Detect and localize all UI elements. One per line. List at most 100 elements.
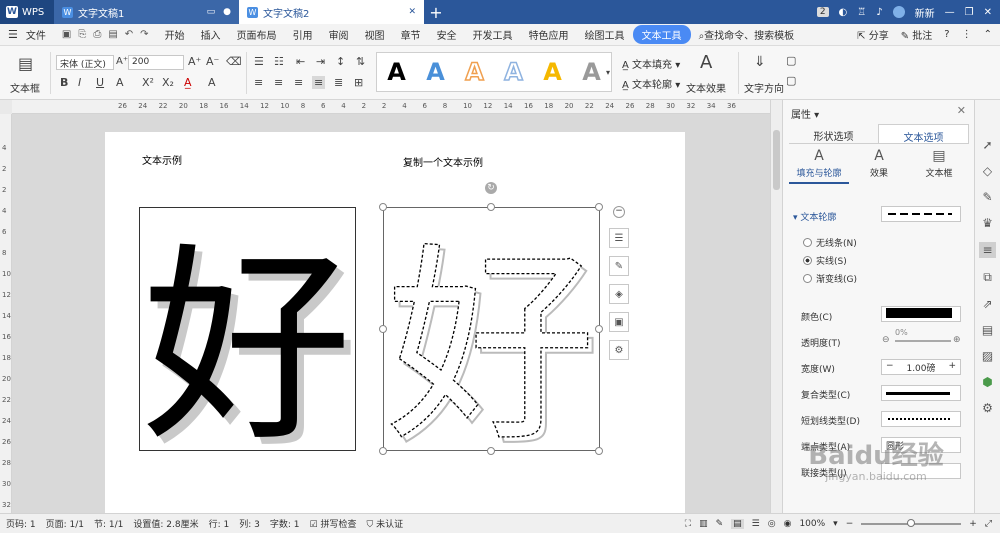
properties-icon[interactable]: ≡ bbox=[979, 242, 996, 258]
fullscreen-icon[interactable]: ⛶ bbox=[685, 519, 691, 529]
zoom-in-icon[interactable]: + bbox=[969, 519, 977, 529]
menu-view[interactable]: 视图 bbox=[357, 27, 393, 42]
window-close-icon[interactable]: ✕ bbox=[984, 7, 992, 18]
section-text-outline[interactable]: ▾ 文本轮廓 bbox=[793, 210, 836, 223]
number-list-icon[interactable]: ☷ bbox=[274, 55, 284, 68]
textbox-button[interactable]: 文本框 bbox=[10, 80, 40, 95]
subtab-fill-outline[interactable]: A 填充与轮廓 bbox=[789, 148, 849, 184]
menu-special[interactable]: 特色应用 bbox=[521, 27, 577, 42]
collapse-tools-icon[interactable]: − bbox=[613, 206, 625, 218]
copy-icon[interactable]: ⧉ bbox=[983, 270, 992, 285]
close-icon[interactable]: ✕ bbox=[408, 7, 416, 17]
width-stepper[interactable]: −1.00磅 + bbox=[881, 359, 961, 375]
document-icon[interactable]: ▤ bbox=[982, 323, 993, 337]
user-name[interactable]: 新新 bbox=[915, 5, 935, 20]
status-position[interactable]: 设置值: 2.8厘米 bbox=[133, 517, 198, 530]
align-right-icon[interactable]: ≡ bbox=[294, 76, 303, 89]
spell-check-button[interactable]: ☑ 拼写检查 bbox=[310, 517, 357, 530]
dot-icon[interactable]: ● bbox=[223, 7, 231, 17]
window-count-badge[interactable]: 2 bbox=[816, 7, 829, 17]
shirt-icon[interactable]: ♖ bbox=[857, 7, 866, 18]
document-page[interactable]: 文本示例 复制一个文本示例 好 好 好 好 ↻ − ☰ ✎ ◈ ▣ ⚙ bbox=[105, 132, 685, 513]
radio-solid-line[interactable]: 实线(S) bbox=[803, 254, 847, 267]
share-icon[interactable]: ⇗ bbox=[982, 297, 992, 311]
tab-text-options[interactable]: 文本选项 bbox=[878, 124, 969, 144]
frame-icon[interactable]: ▣ bbox=[609, 312, 629, 332]
menu-chapter[interactable]: 章节 bbox=[393, 27, 429, 42]
font-name-select[interactable]: 宋体 (正文) bbox=[56, 55, 114, 70]
style-icon[interactable]: ♛ bbox=[982, 216, 993, 230]
status-section[interactable]: 节: 1/1 bbox=[94, 517, 123, 530]
wps-home-tab[interactable]: W WPS bbox=[0, 0, 54, 24]
rotate-icon[interactable]: ▢ bbox=[786, 54, 796, 67]
transparency-slider[interactable] bbox=[895, 340, 951, 342]
image-icon[interactable]: ▨ bbox=[982, 349, 993, 363]
scrollbar-thumb[interactable] bbox=[773, 130, 780, 190]
cap-type-select[interactable]: 圆形 bbox=[881, 437, 961, 453]
indent-right-icon[interactable]: ⇥ bbox=[316, 55, 325, 68]
shape-icon[interactable]: ◇ bbox=[983, 164, 992, 178]
align-center-icon[interactable]: ≡ bbox=[274, 76, 283, 89]
certify-button[interactable]: ⛉ 未认证 bbox=[366, 517, 403, 530]
bell-icon[interactable]: ♪ bbox=[876, 7, 882, 18]
expand-icon[interactable]: ⤢ bbox=[985, 519, 992, 529]
tab-shape-options[interactable]: 形状选项 bbox=[789, 124, 878, 143]
screen-icon[interactable]: ▭ bbox=[207, 7, 216, 17]
subscript-icon[interactable]: X₂ bbox=[162, 76, 174, 89]
web-view-icon[interactable]: ◎ bbox=[768, 519, 776, 529]
menu-file[interactable]: 文件 bbox=[18, 27, 54, 42]
export-icon[interactable]: ⎘ bbox=[78, 29, 86, 40]
text-direction-icon[interactable]: ⇓ bbox=[754, 54, 766, 70]
zoom-level[interactable]: 100% bbox=[799, 519, 825, 529]
sort-icon[interactable]: ⇅ bbox=[356, 55, 365, 68]
outline-style-preview[interactable] bbox=[881, 206, 961, 222]
rotate-handle-icon[interactable]: ↻ bbox=[485, 182, 497, 194]
zoom-out-icon[interactable]: − bbox=[846, 519, 854, 529]
highlight-icon[interactable]: A̲ bbox=[184, 76, 192, 89]
layout-options-icon[interactable]: ☰ bbox=[609, 228, 629, 248]
underline-icon[interactable]: U bbox=[96, 76, 104, 89]
tab-document-2[interactable]: W 文字文稿2 ✕ bbox=[239, 0, 424, 24]
text-style-orange-outline[interactable]: A bbox=[464, 57, 484, 87]
line-spacing-icon[interactable]: ↕ bbox=[336, 55, 345, 68]
font-grow-icon[interactable]: A⁺ bbox=[116, 56, 128, 67]
settings-icon[interactable]: ⚙ bbox=[982, 401, 993, 415]
distribute-icon[interactable]: ≣ bbox=[334, 76, 343, 89]
label-copied-sample[interactable]: 复制一个文本示例 bbox=[403, 154, 483, 169]
search-command[interactable]: ⌕查找命令、搜索模板 bbox=[691, 27, 803, 42]
subtab-effect[interactable]: A 效果 bbox=[849, 148, 909, 184]
menu-insert[interactable]: 插入 bbox=[193, 27, 229, 42]
radio-gradient-line[interactable]: 渐变线(G) bbox=[803, 272, 857, 285]
textbox-outline-selected[interactable]: 好 好 bbox=[383, 207, 602, 476]
justify-icon[interactable]: ≡ bbox=[312, 76, 326, 89]
zoom-slider[interactable] bbox=[861, 518, 962, 527]
skin-icon[interactable]: ◐ bbox=[839, 7, 848, 18]
resize-handle-r[interactable] bbox=[595, 325, 603, 333]
redo-icon[interactable]: ↷ bbox=[140, 29, 148, 40]
collapse-ribbon-icon[interactable]: ⌃ bbox=[984, 29, 992, 40]
status-column[interactable]: 列: 3 bbox=[239, 517, 260, 530]
bullet-list-icon[interactable]: ☰ bbox=[254, 55, 264, 68]
vertical-scrollbar[interactable] bbox=[770, 100, 782, 513]
outline-view-icon[interactable]: ☰ bbox=[752, 519, 760, 529]
resize-handle-l[interactable] bbox=[379, 325, 387, 333]
dash-type-select[interactable] bbox=[881, 411, 961, 427]
menu-developer[interactable]: 开发工具 bbox=[465, 27, 521, 42]
resize-handle-br[interactable] bbox=[595, 447, 603, 455]
more-tools-icon[interactable]: ⚙ bbox=[609, 340, 629, 360]
save-icon[interactable]: ▣ bbox=[62, 29, 71, 40]
text-style-blue[interactable]: A bbox=[426, 58, 445, 86]
link-icon[interactable]: ▢ bbox=[786, 74, 796, 87]
indent-left-icon[interactable]: ⇤ bbox=[296, 55, 305, 68]
tab-document-1[interactable]: W 文字文稿1 ▭ ● bbox=[54, 0, 239, 24]
compound-type-select[interactable] bbox=[881, 385, 961, 401]
table-icon[interactable]: ⊞ bbox=[354, 76, 363, 89]
help-icon[interactable]: ? bbox=[944, 29, 949, 40]
subtab-textbox[interactable]: ▤ 文本框 bbox=[909, 148, 969, 184]
textbox-icon[interactable]: ▤ bbox=[18, 54, 33, 73]
radio-no-line[interactable]: 无线条(N) bbox=[803, 236, 857, 249]
new-tab-button[interactable]: + bbox=[424, 0, 448, 24]
undo-icon[interactable]: ↶ bbox=[125, 29, 133, 40]
eye-protect-icon[interactable]: ◉ bbox=[784, 519, 792, 529]
superscript-icon[interactable]: X² bbox=[142, 76, 154, 89]
